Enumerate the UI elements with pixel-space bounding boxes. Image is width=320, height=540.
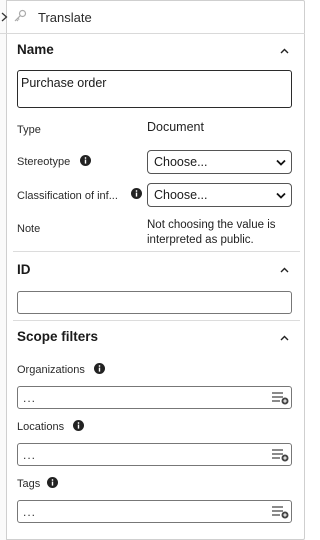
id-section-title: ID — [17, 262, 31, 277]
classification-label: Classification of inf... — [17, 190, 118, 202]
tags-info-icon[interactable] — [47, 477, 58, 488]
tags-label: Tags — [17, 478, 41, 490]
tags-input[interactable]: ... — [17, 500, 292, 523]
section-divider — [13, 251, 300, 252]
classification-info-icon[interactable] — [131, 188, 142, 199]
list-picker-icon[interactable] — [271, 391, 289, 405]
organizations-label: Organizations — [17, 364, 85, 376]
locations-input[interactable]: ... — [17, 443, 292, 466]
name-field[interactable]: Purchase order — [17, 70, 292, 108]
collapse-scope-caret-icon[interactable] — [280, 335, 289, 341]
panel-header: Translate — [0, 0, 305, 34]
list-picker-icon[interactable] — [271, 505, 289, 519]
classification-select[interactable]: Choose... — [147, 183, 292, 207]
tags-placeholder: ... — [23, 505, 37, 519]
name-section-title: Name — [17, 42, 54, 57]
organizations-input[interactable]: ... — [17, 386, 292, 409]
chevron-right-icon[interactable] — [1, 12, 8, 22]
list-picker-icon[interactable] — [271, 448, 289, 462]
chevron-down-icon — [276, 159, 286, 166]
id-field[interactable] — [17, 291, 292, 314]
locations-info-icon[interactable] — [73, 420, 84, 431]
name-field-value: Purchase order — [21, 76, 107, 90]
locations-label: Locations — [17, 421, 65, 433]
stereotype-select-value: Choose... — [154, 155, 208, 169]
type-label: Type — [17, 124, 41, 136]
collapse-id-caret-icon[interactable] — [280, 267, 289, 273]
scope-section-title: Scope filters — [17, 329, 99, 344]
locations-placeholder: ... — [23, 448, 37, 462]
section-divider — [13, 320, 300, 321]
classification-select-value: Choose... — [154, 188, 208, 202]
header-title: Translate — [38, 10, 92, 25]
note-value: Not choosing the value is interpreted as… — [147, 219, 276, 246]
organizations-info-icon[interactable] — [94, 363, 105, 374]
chevron-down-icon — [276, 192, 286, 199]
collapse-name-caret-icon[interactable] — [280, 48, 289, 54]
collapse-strip[interactable] — [0, 0, 7, 540]
key-icon — [14, 9, 27, 22]
organizations-placeholder: ... — [23, 391, 37, 405]
note-label: Note — [17, 223, 41, 235]
stereotype-info-icon[interactable] — [80, 155, 91, 166]
stereotype-select[interactable]: Choose... — [147, 150, 292, 174]
stereotype-label: Stereotype — [17, 156, 71, 168]
type-value: Document — [147, 120, 204, 134]
